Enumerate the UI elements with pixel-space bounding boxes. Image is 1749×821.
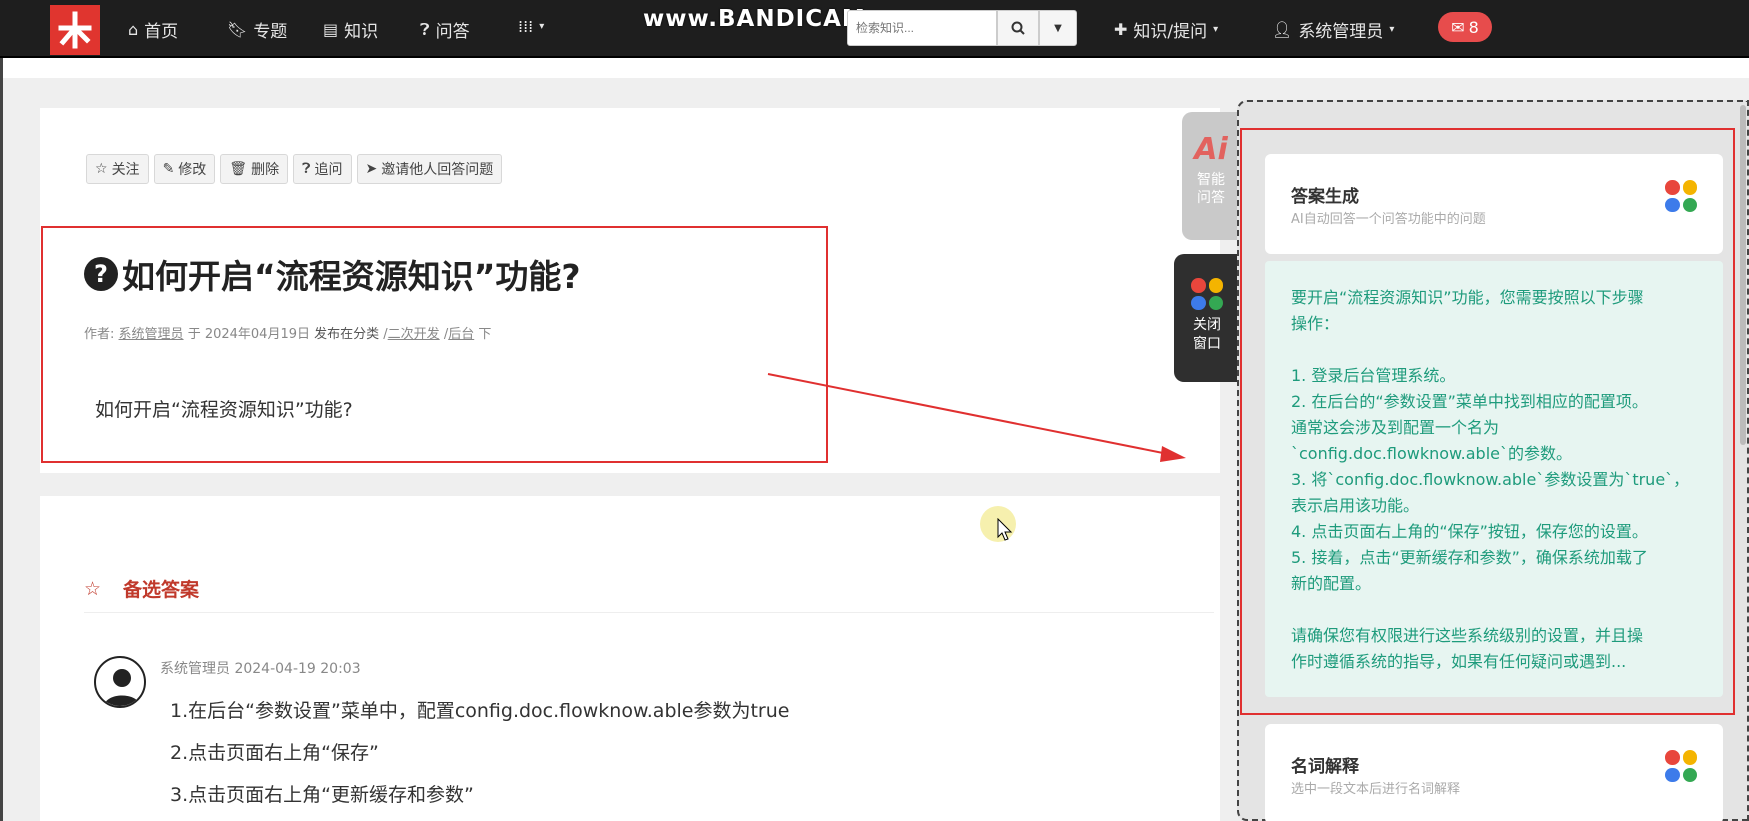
answer-line: 2.点击页面右上角“保存” [170, 742, 379, 764]
answer-author: 系统管理员 [160, 661, 230, 677]
answer-meta: 系统管理员 2024-04-19 20:03 [160, 658, 361, 678]
answer-time: 2024-04-19 20:03 [234, 661, 361, 677]
panel-scrollbar[interactable] [1740, 105, 1746, 445]
answer-line: 1.在后台“参数设置”菜单中，配置config.doc.flowknow.abl… [170, 700, 790, 722]
close-window-tab[interactable]: 关闭 窗口 [1174, 254, 1240, 382]
apps-dots-icon [1191, 278, 1223, 310]
star-icon: ☆ [84, 577, 102, 600]
ai-qa-tab[interactable]: Ai 智能 问答 [1182, 112, 1240, 240]
ai-tab-label-2: 问答 [1197, 190, 1225, 206]
section-divider [84, 612, 1214, 613]
mouse-cursor-icon [997, 518, 1013, 541]
term-explanation-title: 名词解释 [1291, 757, 1359, 777]
answers-title-text: 备选答案 [123, 579, 200, 601]
answers-section-title: ☆ 备选答案 [84, 575, 199, 602]
apps-dots-icon [1665, 750, 1697, 782]
term-explanation-desc: 选中一段文本后进行名词解释 [1291, 782, 1461, 797]
ai-tab-label-1: 智能 [1197, 172, 1225, 188]
close-tab-label-1: 关闭 [1193, 317, 1221, 333]
close-tab-label-2: 窗口 [1193, 336, 1221, 352]
answer-line: 3.点击页面右上角“更新缓存和参数” [170, 784, 474, 806]
ai-logo-icon: Ai [1194, 132, 1228, 167]
highlight-frame-panel [1240, 128, 1735, 715]
term-explanation-card[interactable]: 名词解释 选中一段文本后进行名词解释 [1265, 724, 1723, 821]
avatar[interactable] [94, 656, 146, 708]
